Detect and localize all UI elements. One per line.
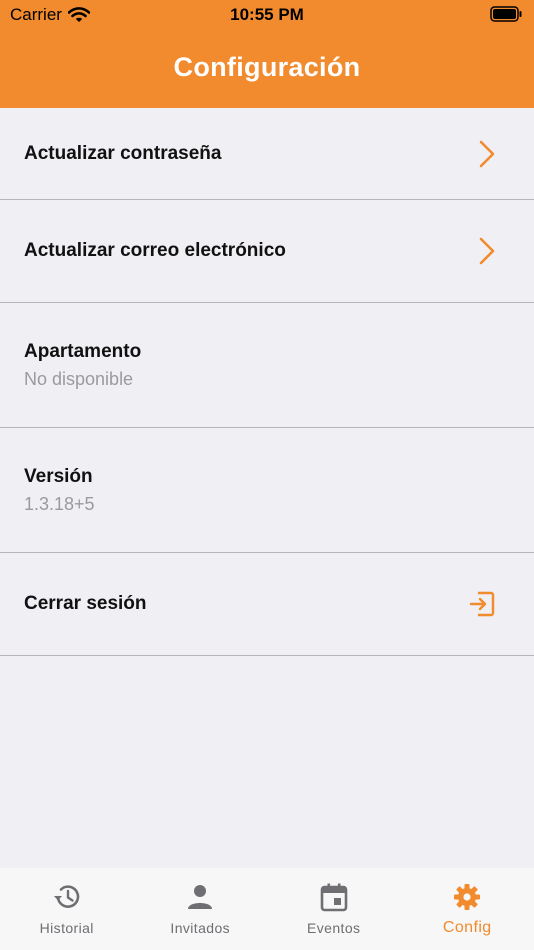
status-time: 10:55 PM <box>230 5 304 24</box>
apartment-value: No disponible <box>24 368 134 389</box>
tab-label: Historial <box>39 920 94 936</box>
logout-label: Cerrar sesión <box>24 593 147 614</box>
tab-historial[interactable]: Historial <box>0 868 134 950</box>
update-password-label: Actualizar contraseña <box>24 142 222 164</box>
battery-icon <box>490 6 522 22</box>
apartment-row: Apartamento No disponible <box>0 303 534 428</box>
update-password-row[interactable]: Actualizar contraseña <box>0 108 534 200</box>
version-value: 1.3.18+5 <box>24 493 95 514</box>
update-email-row[interactable]: Actualizar correo electrónico <box>0 200 534 303</box>
tab-config[interactable]: Config <box>401 868 534 950</box>
status-bar: Carrier 10:55 PM <box>0 0 534 30</box>
tab-label: Eventos <box>307 920 361 936</box>
logout-icon <box>469 591 495 617</box>
settings-list: Actualizar contraseña Actualizar correo … <box>0 108 534 656</box>
history-icon <box>53 885 80 908</box>
tab-eventos[interactable]: Eventos <box>267 868 401 950</box>
person-icon <box>188 885 213 909</box>
update-email-label: Actualizar correo electrónico <box>24 240 286 261</box>
tab-label: Invitados <box>170 920 231 936</box>
chevron-right-icon <box>479 237 495 265</box>
tab-label: Config <box>442 919 492 936</box>
app-header: Carrier 10:55 PM Configuración <box>0 0 534 108</box>
gear-icon <box>454 884 481 910</box>
logout-row[interactable]: Cerrar sesión <box>0 553 534 656</box>
tab-invitados[interactable]: Invitados <box>134 868 268 950</box>
tab-bar: Historial Invitados Eventos Config <box>0 868 534 950</box>
page-title: Configuración <box>173 52 361 82</box>
apartment-label: Apartamento <box>24 340 142 362</box>
version-row: Versión 1.3.18+5 <box>0 428 534 553</box>
chevron-right-icon <box>479 140 495 167</box>
calendar-icon <box>320 883 348 912</box>
version-label: Versión <box>24 465 93 487</box>
